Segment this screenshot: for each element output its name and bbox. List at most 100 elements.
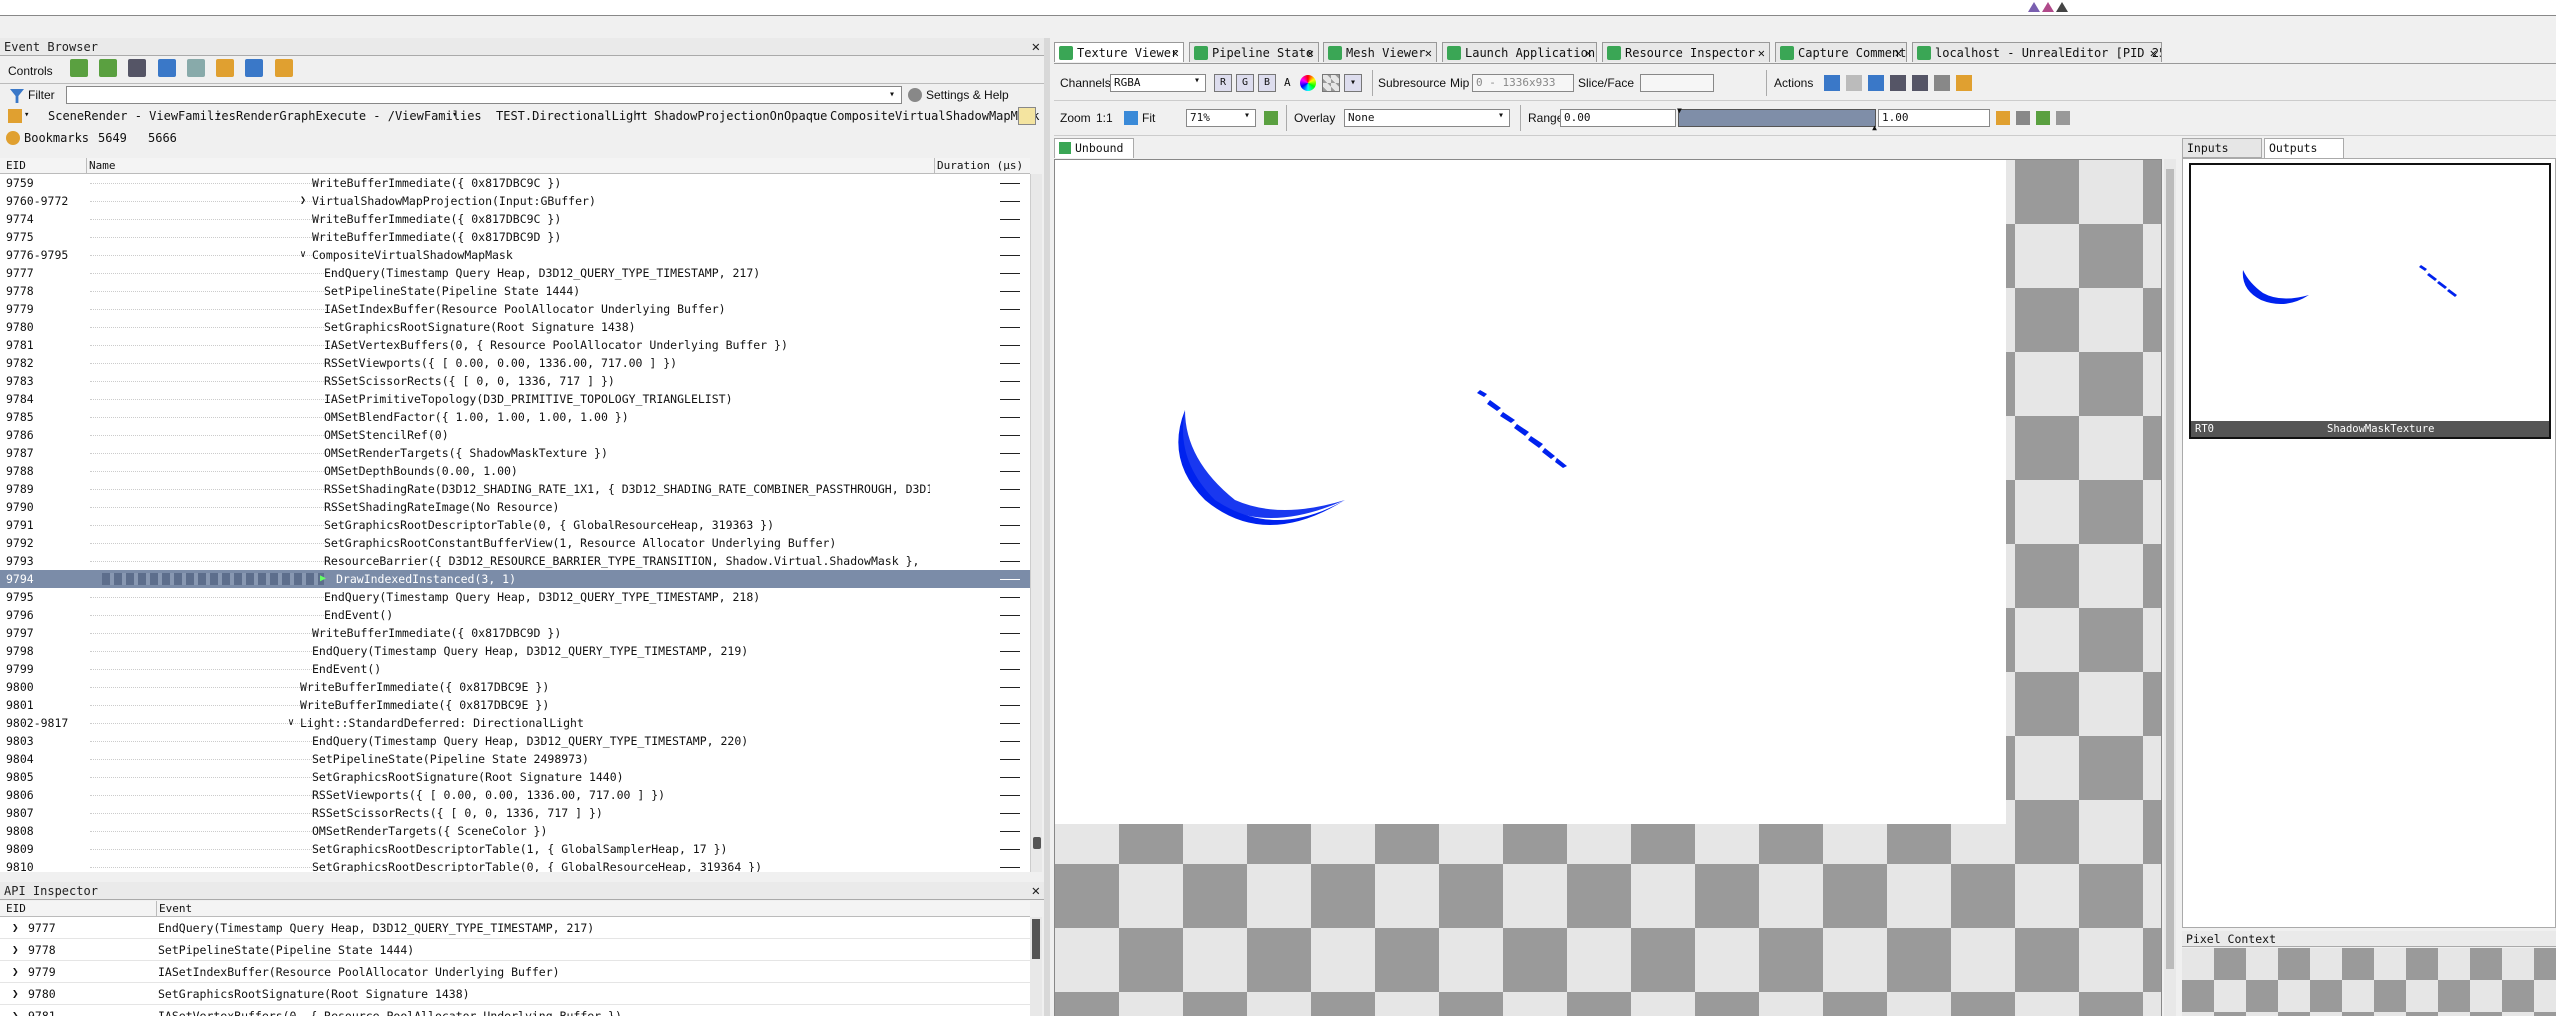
range-min-handle[interactable]: ▼ [1677, 106, 1682, 115]
range-slider[interactable]: ▼ ▲ [1677, 106, 1877, 132]
breadcrumb-item[interactable]: CompositeVirtualShadowMapMask [830, 109, 1040, 123]
close-tab-icon[interactable]: ✕ [1895, 43, 1902, 62]
expand-toggle-icon[interactable]: ∨ [300, 246, 306, 264]
tab-launch-application[interactable]: Launch Application ✕ [1442, 42, 1597, 62]
tab-texture-viewer[interactable]: Texture Viewer ✕ [1054, 42, 1184, 62]
event-row-selected[interactable]: 9794 ▶ DrawIndexedInstanced(3, 1) [0, 570, 1030, 588]
tab-localhost-unrealeditor-pid-251[interactable]: localhost - UnrealEditor [PID 251… ✕ [1912, 42, 2162, 62]
zoom-1to1-button[interactable]: 1:1 [1096, 107, 1113, 129]
copy-icon[interactable] [1846, 75, 1862, 91]
api-row[interactable]: ❯ 9779 IASetIndexBuffer(Resource PoolAlloc… [0, 961, 1030, 983]
api-row[interactable]: ❯ 9778 SetPipelineState(Pipeline State 144… [0, 939, 1030, 961]
find-location-icon[interactable] [1912, 75, 1928, 91]
event-list-scrollbar[interactable] [1030, 174, 1042, 872]
event-row[interactable]: 9774 WriteBufferImmediate({ 0x817DBC9C }) [0, 210, 1030, 228]
tab-unbound[interactable]: Unbound [1054, 138, 1134, 158]
api-row[interactable]: ❯ 9780 SetGraphicsRootSignature(Root Signa… [0, 983, 1030, 1005]
column-duration[interactable]: Duration (µs) [934, 158, 1023, 174]
event-row[interactable]: 9776-9795 ∨ CompositeVirtualShadowMapMask [0, 246, 1030, 264]
event-row[interactable]: 9799 EndEvent() [0, 660, 1030, 678]
link-icon[interactable] [1934, 75, 1950, 91]
event-row[interactable]: 9810 SetGraphicsRootDescriptorTable(0, { … [0, 858, 1030, 872]
chevron-right-icon[interactable]: ❯ [12, 983, 19, 1005]
event-row[interactable]: 9781 IASetVertexBuffers(0, { Resource Poo… [0, 336, 1030, 354]
event-row[interactable]: 9775 WriteBufferImmediate({ 0x817DBC9D }) [0, 228, 1030, 246]
forward-arrow-icon[interactable] [99, 59, 118, 77]
event-row[interactable]: 9784 IASetPrimitiveTopology(D3D_PRIMITIVE… [0, 390, 1030, 408]
event-row[interactable]: 9800 WriteBufferImmediate({ 0x817DBC9E }) [0, 678, 1030, 696]
event-row[interactable]: 9779 IASetIndexBuffer(Resource PoolAlloca… [0, 300, 1030, 318]
event-row[interactable]: 9787 OMSetRenderTargets({ ShadowMaskTextu… [0, 444, 1030, 462]
chevron-right-icon[interactable]: ❯ [12, 917, 19, 939]
settings-menu-icon[interactable] [1956, 75, 1972, 91]
tab-mesh-viewer[interactable]: Mesh Viewer ✕ [1323, 42, 1437, 62]
breadcrumb-edit-icon[interactable] [1018, 107, 1036, 125]
color-wheel-icon[interactable] [1300, 75, 1316, 91]
tab-resource-inspector[interactable]: Resource Inspector ✕ [1602, 42, 1770, 62]
range-max-input[interactable]: 1.00 [1878, 109, 1990, 127]
bookmark-button[interactable]: 5649 [98, 131, 127, 145]
flip-icon[interactable] [1264, 111, 1278, 125]
breadcrumb-item[interactable]: ShadowProjectionOnOpaque [654, 109, 827, 123]
api-list-scrollbar[interactable] [1030, 917, 1042, 1016]
chevron-down-icon[interactable]: ▾ [1244, 110, 1250, 121]
close-tab-icon[interactable]: ✕ [1585, 43, 1592, 62]
chevron-down-icon[interactable]: ▾ [452, 110, 457, 120]
column-eid[interactable]: EID [6, 901, 26, 917]
chevron-down-icon[interactable]: ▾ [24, 110, 29, 120]
api-row[interactable]: ❯ 9781 IASetVertexBuffers(0, { Resource Po… [0, 1005, 1030, 1016]
mip-select[interactable]: 0 - 1336x933 [1472, 74, 1574, 92]
event-row[interactable]: 9777 EndQuery(Timestamp Query Heap, D3D12… [0, 264, 1030, 282]
event-row[interactable]: 9778 SetPipelineState(Pipeline State 1444… [0, 282, 1030, 300]
tab-pipeline-state[interactable]: Pipeline State ✕ [1189, 42, 1319, 62]
pick-icon[interactable] [2016, 111, 2030, 125]
close-tab-icon[interactable]: ✕ [1172, 43, 1179, 62]
blue-channel-toggle[interactable]: B [1258, 74, 1276, 92]
event-row[interactable]: 9806 RSSetViewports({ [ 0.00, 0.00, 1336.… [0, 786, 1030, 804]
overlay-select[interactable]: None [1344, 109, 1510, 127]
alpha-channel-toggle[interactable]: A [1284, 76, 1291, 89]
expand-toggle-icon[interactable]: ❯ [300, 192, 306, 210]
event-row[interactable]: 9798 EndQuery(Timestamp Query Heap, D3D12… [0, 642, 1030, 660]
event-row[interactable]: 9793 ResourceBarrier({ D3D12_RESOURCE_BAR… [0, 552, 1030, 570]
filter-input[interactable] [66, 86, 902, 104]
event-row[interactable]: 9760-9772 ❯ VirtualShadowMapProjection(Inp… [0, 192, 1030, 210]
save-texture-icon[interactable] [1824, 75, 1840, 91]
slice-face-select[interactable] [1640, 74, 1714, 92]
pixel-context-view[interactable] [2182, 948, 2556, 1016]
event-row[interactable]: 9759 WriteBufferImmediate({ 0x817DBC9C }) [0, 174, 1030, 192]
texture-canvas-scrollbar[interactable] [2164, 159, 2176, 1016]
event-row[interactable]: 9809 SetGraphicsRootDescriptorTable(1, { … [0, 840, 1030, 858]
breadcrumb-item[interactable]: TEST.DirectionalLight [496, 109, 648, 123]
event-row[interactable]: 9782 RSSetViewports({ [ 0.00, 0.00, 1336.… [0, 354, 1030, 372]
open-icon[interactable] [1868, 75, 1884, 91]
channel-options-icon[interactable]: ▾ [1344, 74, 1362, 92]
green-channel-toggle[interactable]: G [1236, 74, 1254, 92]
home-icon[interactable] [8, 109, 22, 123]
close-tab-icon[interactable]: ✕ [2150, 43, 2157, 62]
range-max-handle[interactable]: ▲ [1872, 123, 1877, 132]
chevron-right-icon[interactable]: ❯ [12, 961, 19, 983]
chevron-down-icon[interactable]: ▾ [216, 110, 221, 120]
event-row[interactable]: 9790 RSSetShadingRateImage(No Resource) [0, 498, 1030, 516]
column-name[interactable]: Name [86, 158, 116, 174]
back-arrow-icon[interactable] [70, 59, 88, 77]
event-row[interactable]: 9807 RSSetScissorRects({ [ 0, 0, 1336, 71… [0, 804, 1030, 822]
reset-range-icon[interactable] [2036, 111, 2050, 125]
chevron-right-icon[interactable]: ❯ [12, 939, 19, 961]
texture-canvas[interactable] [1054, 159, 2162, 1016]
panel-splitter[interactable] [1044, 38, 1050, 1016]
save-icon[interactable] [245, 59, 264, 77]
close-tab-icon[interactable]: ✕ [1758, 43, 1765, 62]
event-row[interactable]: 9802-9817 ∨ Light::StandardDeferred: Direc… [0, 714, 1030, 732]
checkerboard-icon[interactable] [1322, 74, 1340, 92]
api-row[interactable]: ❯ 9777 EndQuery(Timestamp Query Heap, D3D1… [0, 917, 1030, 939]
event-row[interactable]: 9801 WriteBufferImmediate({ 0x817DBC9E }) [0, 696, 1030, 714]
range-min-input[interactable]: 0.00 [1560, 109, 1676, 127]
tab-outputs[interactable]: Outputs [2264, 138, 2344, 158]
scrollbar-thumb[interactable] [2166, 169, 2174, 969]
scrollbar-thumb[interactable] [1032, 919, 1040, 959]
time-durations-icon[interactable] [157, 59, 176, 77]
event-row[interactable]: 9805 SetGraphicsRootSignature(Root Signat… [0, 768, 1030, 786]
event-row[interactable]: 9795 EndQuery(Timestamp Query Heap, D3D12… [0, 588, 1030, 606]
